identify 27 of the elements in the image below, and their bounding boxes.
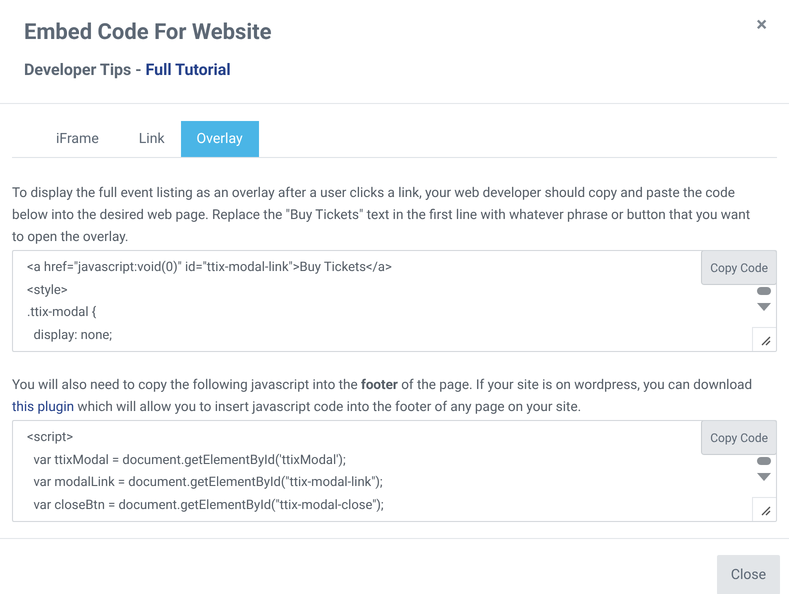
copy-code-button[interactable]: Copy Code: [701, 421, 776, 455]
scroll-down-arrow-icon[interactable]: [757, 303, 771, 311]
copy-code-button[interactable]: Copy Code: [701, 251, 776, 285]
code-line: var ttixModal = document.getElementById('ttixModal');: [32, 452, 346, 470]
description-text: To display the full event listing as an overlay after a user clicks a link, your web developer should copy and paste the code below into the desired web page. Replace the "Buy Tickets" text in the first line with whatever phrase or button that you want to open the overlay.: [12, 184, 752, 247]
subtitle-text: Developer Tips -: [24, 59, 143, 81]
code-line: display: none;: [32, 326, 112, 344]
description-text: You will also need to copy the following javascript into the footer of the page. If your site is on wordpress, you can download this plugin which will allow you to insert javascript code into the footer of any page on your site.: [12, 376, 754, 417]
dialog-title: Embed Code For Website: [24, 19, 272, 47]
scrollbar-thumb[interactable]: [757, 457, 771, 465]
resize-handle[interactable]: [752, 327, 776, 351]
tutorial-link[interactable]: Full Tutorial: [146, 59, 231, 81]
code-line: .ttix-modal {: [27, 304, 96, 322]
tab[interactable]: iFrame: [40, 121, 115, 157]
plugin-link[interactable]: this plugin: [12, 399, 74, 415]
code-box[interactable]: <script> var ttixModal = document.getElementById('ttixModal'); var modalLink = document.getElementById("ttix-modal-link"); var closeBtn = document.getElementById("ttix-modal-close"); Copy Code: [12, 420, 777, 522]
scroll-down-arrow-icon[interactable]: [757, 473, 771, 481]
resize-handle[interactable]: [752, 497, 776, 521]
code-line: var closeBtn = document.getElementById("ttix-modal-close");: [32, 496, 384, 514]
code-line: <style>: [27, 282, 68, 300]
scrollbar-thumb[interactable]: [757, 287, 771, 295]
tab[interactable]: Link: [122, 121, 181, 157]
code-box[interactable]: <a href="javascript:void(0)" id="ttix-modal-link">Buy Tickets</a> <style> .ttix-modal { display: none; Copy Code: [12, 250, 777, 352]
code-line: <script>: [27, 429, 74, 447]
code-line: var modalLink = document.getElementById("ttix-modal-link");: [32, 474, 383, 492]
code-line: <a href="javascript:void(0)" id="ttix-modal-link">Buy Tickets</a>: [27, 259, 392, 277]
close-button[interactable]: Close: [716, 555, 780, 594]
